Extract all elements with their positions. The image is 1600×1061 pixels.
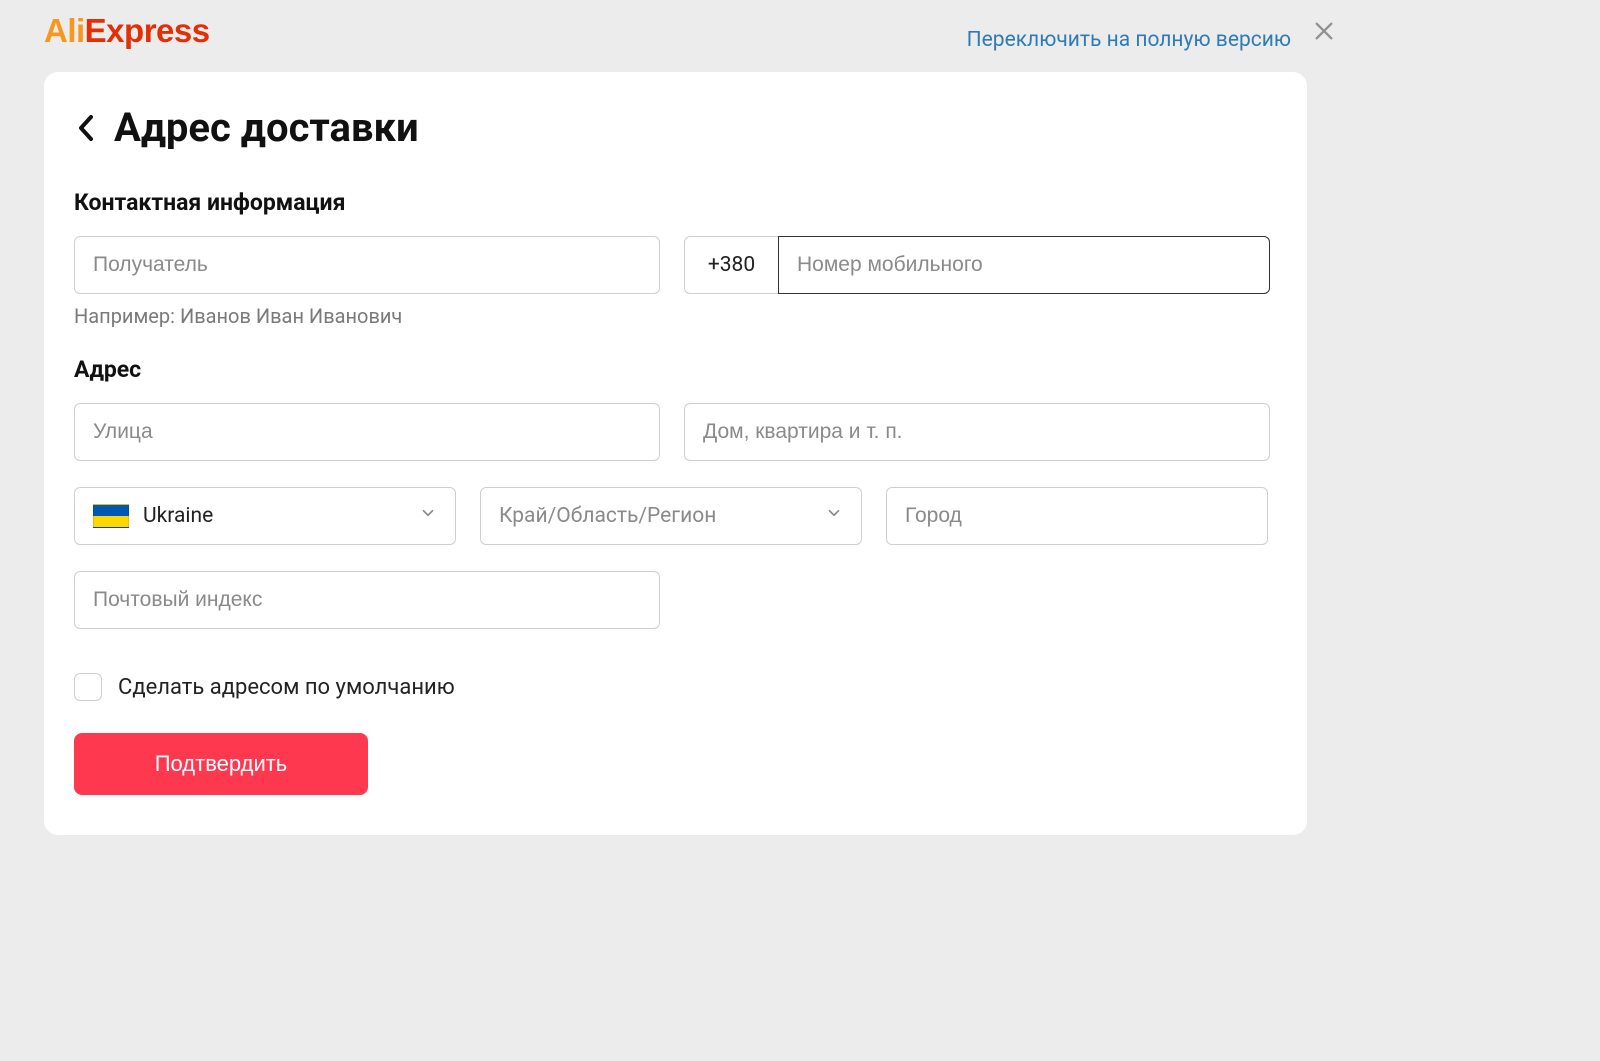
default-address-checkbox[interactable]	[74, 673, 102, 701]
close-icon[interactable]	[1313, 20, 1335, 46]
postal-code-input[interactable]	[74, 571, 660, 629]
region-select[interactable]: Край/Область/Регион	[480, 487, 862, 545]
chevron-down-icon	[419, 504, 437, 528]
region-placeholder: Край/Область/Регион	[499, 504, 716, 528]
default-address-label[interactable]: Сделать адресом по умолчанию	[118, 675, 455, 700]
phone-prefix[interactable]: +380	[684, 236, 778, 294]
city-input[interactable]	[886, 487, 1268, 545]
phone-number-input[interactable]	[778, 236, 1270, 294]
logo-part-express: Express	[85, 12, 210, 49]
country-select[interactable]: Ukraine	[74, 487, 456, 545]
contact-section-heading: Контактная информация	[74, 189, 1277, 216]
switch-full-version-link[interactable]: Переключить на полную версию	[967, 28, 1291, 52]
ukraine-flag-icon	[93, 504, 129, 528]
recipient-hint: Например: Иванов Иван Иванович	[74, 304, 1277, 328]
logo-part-ali: Ali	[44, 12, 85, 49]
chevron-down-icon	[825, 504, 843, 528]
address-form-card: Адрес доставки Контактная информация +38…	[44, 72, 1307, 835]
street-input[interactable]	[74, 403, 660, 461]
back-icon[interactable]	[74, 111, 100, 145]
address-section-heading: Адрес	[74, 356, 1277, 383]
aliexpress-logo[interactable]: AliExpress	[44, 12, 210, 50]
confirm-button[interactable]: Подтвердить	[74, 733, 368, 795]
apartment-input[interactable]	[684, 403, 1270, 461]
page-title: Адрес доставки	[114, 104, 419, 151]
recipient-input[interactable]	[74, 236, 660, 294]
country-value: Ukraine	[143, 504, 213, 528]
